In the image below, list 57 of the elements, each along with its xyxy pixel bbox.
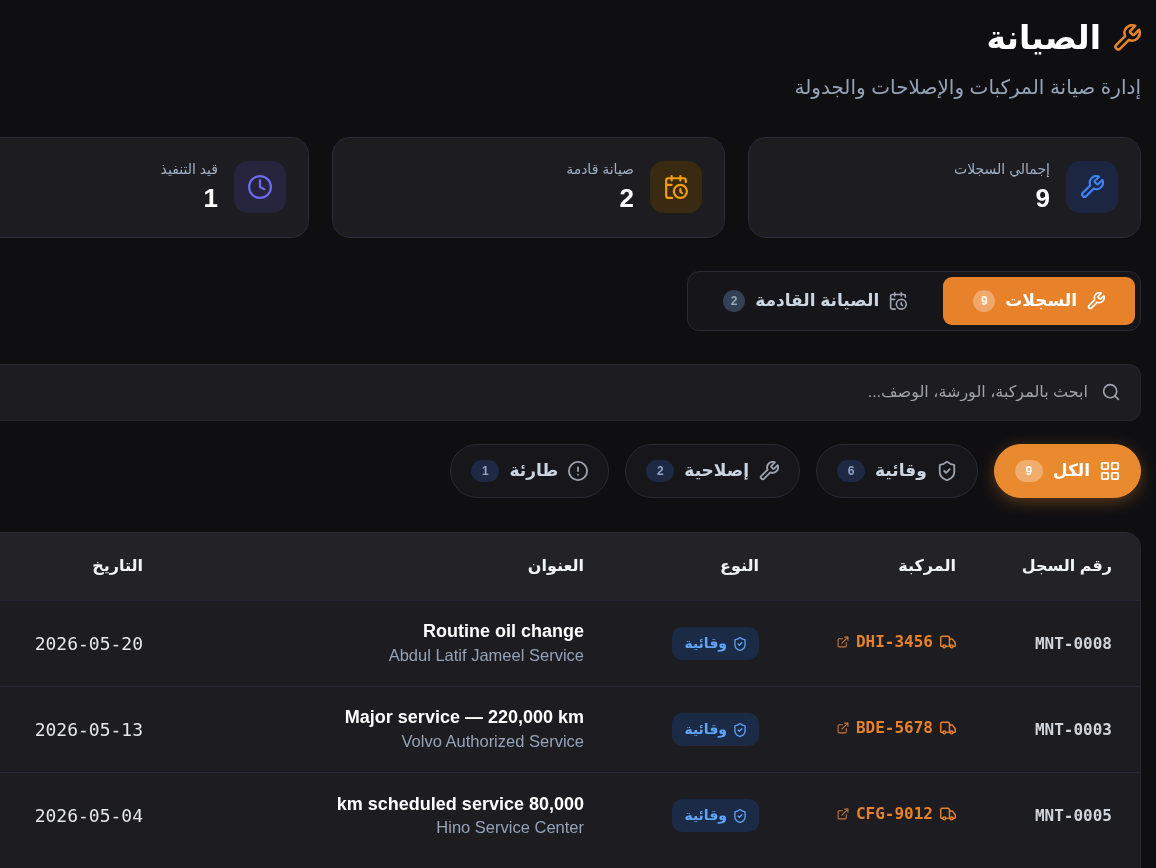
table-cell: 2026-05-04 (0, 772, 171, 859)
type-label: وقائية (684, 634, 727, 654)
clock-icon (234, 161, 286, 214)
stat-label: قيد التنفيذ (160, 160, 218, 179)
table-cell: MNT-0003 (984, 686, 1140, 773)
page-subtitle: إدارة صيانة المركبات والإصلاحات والجدولة (793, 74, 1141, 101)
column-header: النوع (612, 532, 787, 601)
calendar-clock-icon (889, 291, 908, 310)
column-header: العنوان (171, 532, 612, 601)
table-cell: MNT-0008 (984, 600, 1140, 687)
wrench-icon (1087, 291, 1105, 310)
count-badge: 9 (1014, 459, 1043, 482)
shield-check-icon (733, 636, 747, 651)
stat-value: 9 (1034, 182, 1050, 214)
calendar-clock-icon (650, 161, 702, 214)
count-badge: 2 (723, 289, 746, 312)
truck-icon (940, 634, 956, 651)
external-link-icon (836, 808, 849, 821)
wrench-icon (759, 460, 779, 481)
column-header: التاريخ (0, 532, 171, 601)
stat-value: 2 (618, 182, 634, 214)
grid-icon (1100, 460, 1120, 481)
table-cell: MNT-0005 (984, 772, 1140, 859)
vehicle-link[interactable]: CFG-9012 (836, 802, 956, 827)
search-icon (1102, 383, 1120, 402)
truck-icon (940, 720, 956, 737)
type-label: وقائية (684, 806, 727, 826)
shield-check-icon (733, 722, 747, 737)
stat-label: صيانة قادمة (566, 160, 634, 179)
external-link-icon (836, 636, 849, 649)
count-badge: 2 (646, 459, 675, 482)
page-title: الصيانة (986, 18, 1101, 58)
stat-label: إجمالي السجلات (954, 160, 1050, 179)
shield-check-icon (936, 460, 957, 481)
table-cell: 2026-05-20 (0, 600, 171, 687)
table-cell: 2026-05-13 (0, 686, 171, 773)
count-badge: 1 (471, 459, 500, 482)
type-label: وقائية (684, 720, 727, 740)
record-title: km scheduled service 80,000 (335, 792, 584, 816)
column-header: المركبة (787, 532, 984, 601)
workshop-name: Volvo Authorized Service (400, 730, 584, 752)
count-badge: 9 (973, 289, 996, 312)
shield-check-icon (733, 808, 747, 823)
external-link-icon (836, 722, 849, 735)
truck-icon (940, 806, 956, 823)
record-title: Routine oil change (422, 620, 584, 644)
count-badge: 6 (837, 459, 865, 482)
record-title: Major service — 220,000 km (343, 706, 584, 730)
exclamation-circle-icon (568, 460, 589, 481)
workshop-name: Abdul Latif Jameel Service (387, 644, 584, 666)
wrench-icon (1066, 161, 1118, 214)
vehicle-link[interactable]: DHI-3456 (836, 630, 956, 655)
column-header: رقم السجل (984, 532, 1140, 601)
stat-value: 1 (202, 182, 218, 214)
workshop-name: Hino Service Center (435, 817, 584, 838)
vehicle-link[interactable]: BDE-5678 (836, 716, 956, 741)
wrench-icon (1113, 23, 1141, 52)
